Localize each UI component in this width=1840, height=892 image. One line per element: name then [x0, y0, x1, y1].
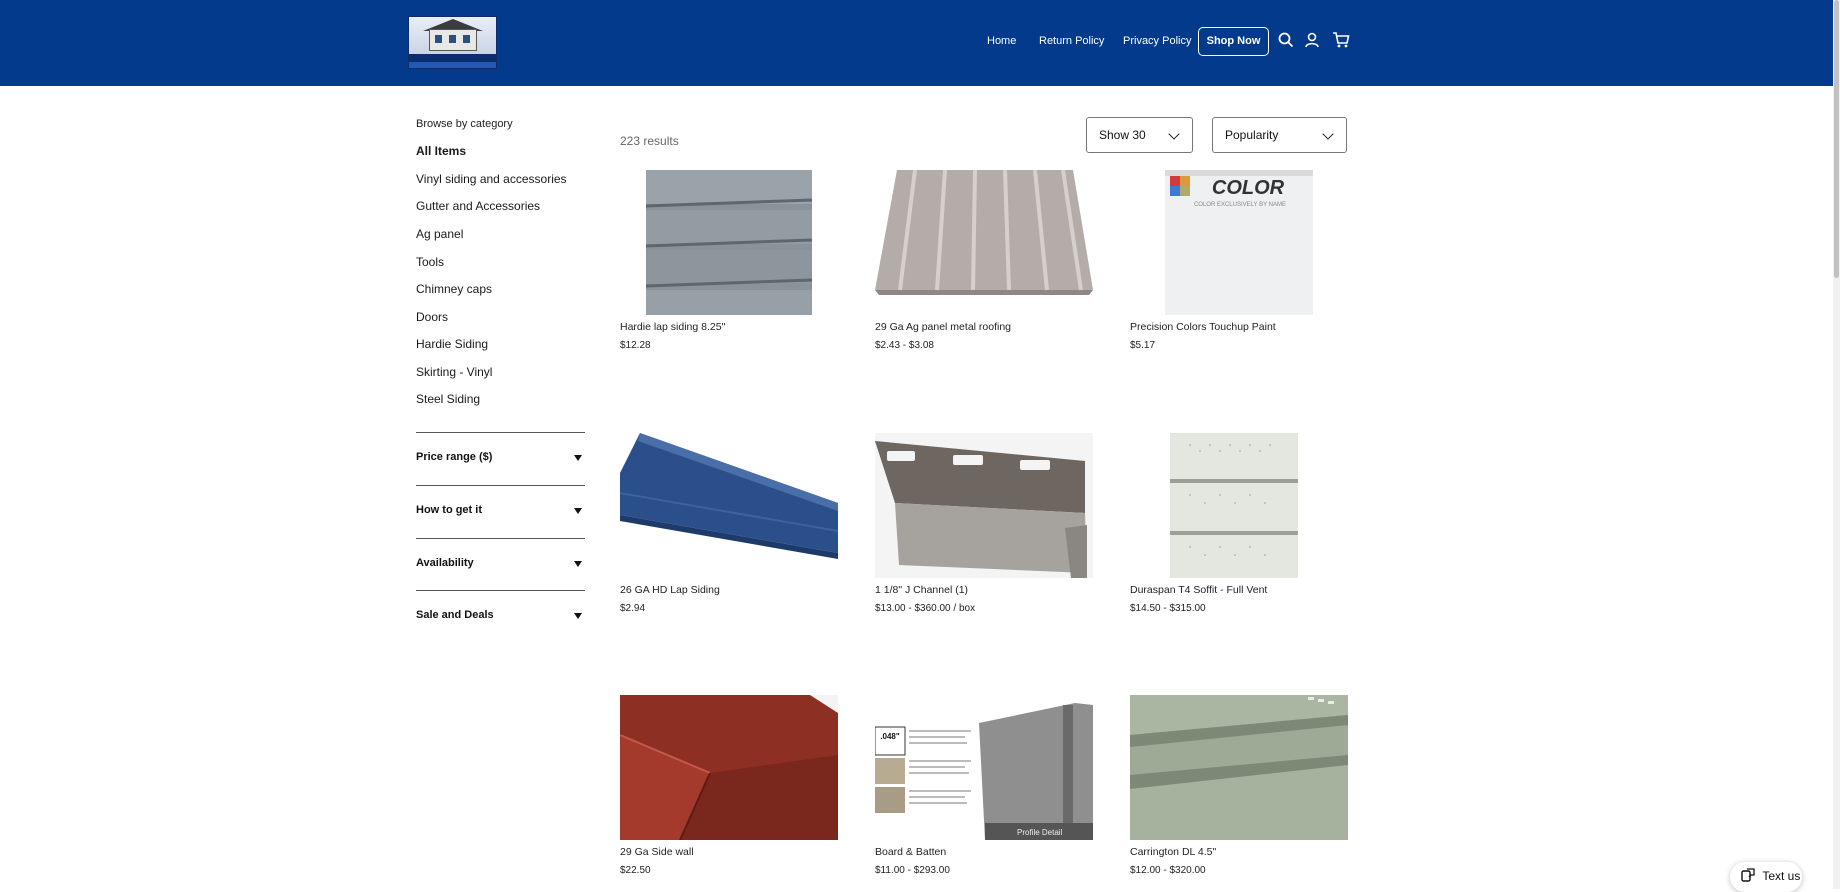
- category-hardie-siding[interactable]: Hardie Siding: [416, 337, 488, 351]
- filter-label: Sale and Deals: [416, 609, 494, 621]
- sort-select[interactable]: Popularity: [1212, 117, 1347, 153]
- sort-value: Popularity: [1225, 128, 1279, 142]
- cart-icon[interactable]: [1332, 31, 1350, 49]
- page-scrollbar[interactable]: [1833, 0, 1840, 889]
- product-price: $11.00 - $293.00: [875, 865, 950, 876]
- product-price: $12.00 - $320.00: [1130, 865, 1206, 876]
- category-steel-siding[interactable]: Steel Siding: [416, 392, 480, 406]
- divider: [416, 538, 585, 539]
- product-name[interactable]: 29 Ga Ag panel metal roofing: [875, 321, 1011, 333]
- category-all-items[interactable]: All Items: [416, 144, 466, 158]
- product-price: $5.17: [1130, 340, 1156, 351]
- category-skirting-vinyl[interactable]: Skirting - Vinyl: [416, 365, 492, 379]
- paint-subtitle-text: COLOR EXCLUSIVELY BY NAME: [1194, 202, 1286, 208]
- product-price: $12.28: [620, 340, 651, 351]
- product-name[interactable]: 29 Ga Side wall: [620, 846, 694, 858]
- filter-label: How to get it: [416, 504, 482, 516]
- text-us-label: Text us: [1762, 869, 1801, 883]
- product-image[interactable]: [1130, 433, 1348, 578]
- paint-brand-text: COLOR: [1212, 177, 1285, 199]
- product-image[interactable]: [1130, 695, 1348, 840]
- category-tools[interactable]: Tools: [416, 255, 444, 269]
- product-image[interactable]: [620, 695, 838, 840]
- page-size-value: Show 30: [1099, 128, 1146, 142]
- filter-label: Availability: [416, 557, 474, 569]
- product-name[interactable]: Hardie lap siding 8.25": [620, 321, 725, 333]
- scrollbar-thumb[interactable]: [1834, 0, 1839, 278]
- caret-down-icon: [574, 455, 582, 461]
- product-price: $14.50 - $315.00: [1130, 603, 1206, 614]
- category-gutter[interactable]: Gutter and Accessories: [416, 199, 540, 213]
- filter-price-range[interactable]: Price range ($): [416, 451, 585, 471]
- product-price: $2.94: [620, 603, 646, 614]
- chevron-down-icon: [1168, 128, 1180, 140]
- product-image[interactable]: [620, 433, 838, 578]
- account-icon[interactable]: [1303, 31, 1321, 49]
- product-price: $2.43 - $3.08: [875, 340, 934, 351]
- site-logo[interactable]: [408, 16, 497, 69]
- nav-privacy-policy[interactable]: Privacy Policy: [1123, 30, 1191, 52]
- divider: [416, 485, 585, 486]
- caret-down-icon: [574, 508, 582, 514]
- nav-return-policy[interactable]: Return Policy: [1039, 30, 1104, 52]
- chevron-down-icon: [1322, 128, 1334, 140]
- page-size-select[interactable]: Show 30: [1086, 117, 1193, 153]
- product-name[interactable]: Board & Batten: [875, 846, 946, 858]
- filter-availability[interactable]: Availability: [416, 557, 585, 577]
- profile-detail-text: Profile Detail: [1017, 828, 1063, 837]
- product-image[interactable]: [875, 170, 1093, 315]
- product-name[interactable]: Duraspan T4 Soffit - Full Vent: [1130, 584, 1267, 596]
- shop-now-button[interactable]: Shop Now: [1198, 27, 1269, 56]
- category-ag-panel[interactable]: Ag panel: [416, 227, 463, 241]
- results-count: 223 results: [620, 134, 679, 148]
- product-image[interactable]: .048" Profile Detail: [875, 695, 1093, 840]
- thickness-badge-text: .048": [880, 732, 900, 741]
- filter-sale-and-deals[interactable]: Sale and Deals: [416, 609, 585, 629]
- chat-phone-icon: [1741, 868, 1755, 882]
- product-image[interactable]: [620, 170, 838, 315]
- filter-label: Price range ($): [416, 451, 493, 463]
- product-image[interactable]: [875, 433, 1093, 578]
- category-vinyl-siding[interactable]: Vinyl siding and accessories: [416, 172, 567, 186]
- product-price: $22.50: [620, 865, 651, 876]
- caret-down-icon: [574, 561, 582, 567]
- category-chimney-caps[interactable]: Chimney caps: [416, 282, 492, 296]
- site-header: Home Return Policy Privacy Policy Shop N…: [0, 0, 1833, 86]
- divider: [416, 432, 585, 433]
- text-us-button[interactable]: Text us: [1730, 862, 1802, 892]
- category-doors[interactable]: Doors: [416, 310, 448, 324]
- search-icon[interactable]: [1277, 31, 1295, 49]
- product-name[interactable]: Precision Colors Touchup Paint: [1130, 321, 1276, 333]
- product-name[interactable]: 1 1/8" J Channel (1): [875, 584, 968, 596]
- browse-by-category-title: Browse by category: [416, 118, 513, 130]
- product-name[interactable]: 26 GA HD Lap Siding: [620, 584, 720, 596]
- caret-down-icon: [574, 613, 582, 619]
- product-name[interactable]: Carrington DL 4.5": [1130, 846, 1216, 858]
- divider: [416, 590, 585, 591]
- filter-how-to-get-it[interactable]: How to get it: [416, 504, 585, 524]
- product-price: $13.00 - $360.00 / box: [875, 603, 976, 614]
- product-image[interactable]: COLOR COLOR EXCLUSIVELY BY NAME: [1130, 170, 1348, 315]
- nav-home[interactable]: Home: [987, 30, 1016, 52]
